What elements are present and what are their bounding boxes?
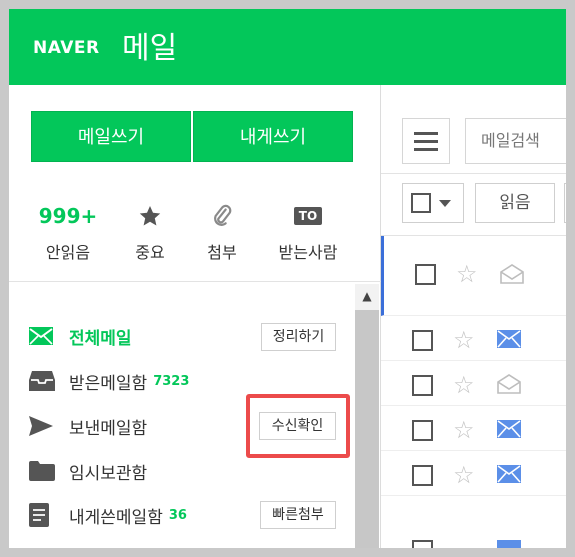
stat-unread-label: 안읽음: [45, 243, 91, 262]
sidebar: 메일쓰기 내게쓰기 999+ 안읽음 중요 첨부 TO 받는사람 전체메일 정리…: [9, 85, 381, 548]
unread-count: 999+: [38, 204, 98, 228]
mail-icon: [29, 327, 53, 345]
select-all-checkbox[interactable]: [411, 193, 431, 213]
row-checkbox[interactable]: [412, 330, 433, 351]
toolbar-next-button[interactable]: [564, 183, 566, 223]
star-icon[interactable]: ☆: [453, 373, 475, 397]
row-checkbox[interactable]: [412, 540, 433, 548]
document-icon: [29, 503, 49, 527]
row-checkbox[interactable]: [412, 375, 433, 396]
row-checkbox[interactable]: [415, 264, 436, 285]
quick-attach-button[interactable]: 빠른첨부: [260, 501, 336, 529]
mailbox-drafts-label: 임시보관함: [69, 463, 148, 484]
mail-row[interactable]: ☆: [381, 361, 566, 406]
star-icon[interactable]: ☆: [453, 328, 475, 352]
scroll-up-icon[interactable]: ▲: [355, 284, 379, 308]
to-self-count: 36: [168, 507, 187, 523]
mailbox-all-label: 전체메일: [69, 328, 132, 349]
menu-button[interactable]: [402, 118, 450, 164]
mailbox-drafts[interactable]: 임시보관함: [29, 454, 349, 488]
select-all-dropdown[interactable]: [402, 183, 464, 223]
search-input[interactable]: 메일검색: [465, 118, 566, 164]
mail-row[interactable]: ☆: [381, 316, 566, 361]
mail-row[interactable]: ☆: [381, 236, 566, 316]
stat-unread[interactable]: 999+ 안읽음: [23, 199, 113, 263]
star-icon[interactable]: ☆: [453, 418, 475, 442]
read-envelope-icon: [500, 264, 524, 284]
mail-title[interactable]: 메일: [122, 23, 177, 67]
header-bar: NAVER 메일: [9, 9, 566, 85]
write-mail-button[interactable]: 메일쓰기: [31, 111, 191, 162]
folder-icon: [29, 461, 55, 481]
mailbox-inbox-label: 받은메일함: [69, 373, 148, 394]
star-icon[interactable]: ☆: [456, 262, 478, 286]
hamburger-icon: [414, 131, 438, 135]
mail-row[interactable]: ☆: [381, 406, 566, 451]
organize-button[interactable]: 정리하기: [261, 323, 336, 351]
mail-row[interactable]: [381, 496, 566, 548]
sidebar-scrollbar[interactable]: ▲: [355, 284, 379, 548]
chevron-down-icon[interactable]: [439, 199, 451, 207]
stat-to-me[interactable]: TO 받는사람: [263, 199, 353, 263]
divider: [9, 281, 381, 282]
mark-read-button[interactable]: 읽음: [475, 183, 555, 223]
write-to-self-button[interactable]: 내게쓰기: [193, 111, 353, 162]
row-checkbox[interactable]: [412, 465, 433, 486]
read-envelope-icon: [497, 374, 521, 394]
to-badge-icon: TO: [293, 207, 323, 225]
unread-envelope-icon: [497, 465, 521, 483]
star-icon[interactable]: ☆: [453, 463, 475, 487]
inbox-icon: [29, 371, 55, 391]
stat-to-me-label: 받는사람: [278, 243, 338, 262]
naver-mail-window: NAVER 메일 메일쓰기 내게쓰기 999+ 안읽음 중요 첨부 TO 받는사…: [9, 9, 566, 548]
inbox-count: 7323: [153, 373, 190, 389]
mail-list-panel: 메일검색 읽음 ☆ ☆ ☆ ☆ ☆: [381, 85, 566, 548]
mailbox-sent-label: 보낸메일함: [69, 418, 148, 439]
highlight-box: [246, 394, 350, 458]
send-icon: [29, 416, 53, 436]
stat-attachment[interactable]: 첨부: [177, 199, 267, 263]
naver-logo[interactable]: NAVER: [33, 38, 100, 58]
scroll-thumb[interactable]: [355, 310, 379, 548]
mail-row[interactable]: ☆: [381, 451, 566, 496]
star-icon: [139, 206, 161, 226]
paperclip-icon: [214, 204, 232, 226]
unread-envelope-icon: [497, 420, 521, 438]
mailbox-to-self-label: 내게쓴메일함: [69, 507, 163, 528]
unread-envelope-icon: [497, 540, 521, 548]
mailbox-inbox[interactable]: 받은메일함 7323: [29, 364, 349, 398]
row-checkbox[interactable]: [412, 420, 433, 441]
stat-attachment-label: 첨부: [207, 243, 237, 262]
unread-envelope-icon: [497, 330, 521, 348]
toolbar-divider: [381, 173, 566, 174]
